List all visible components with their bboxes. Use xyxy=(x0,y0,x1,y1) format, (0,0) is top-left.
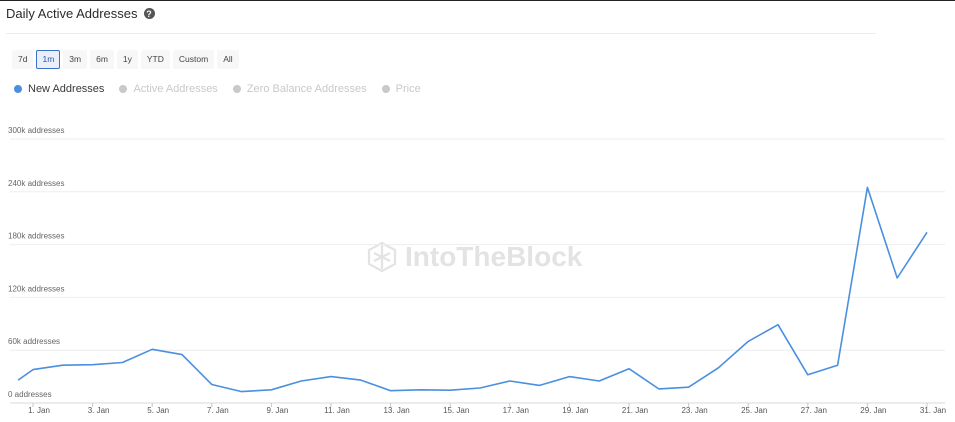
series-line-new-addresses xyxy=(17,186,928,393)
x-tick-label: 5. Jan xyxy=(147,406,169,415)
x-tick-label: 7. Jan xyxy=(207,406,229,415)
y-tick-label: 240k addresses xyxy=(8,179,64,188)
x-tick-label: 11. Jan xyxy=(324,406,350,415)
y-tick-label: 180k addresses xyxy=(8,232,64,241)
x-tick-label: 23. Jan xyxy=(681,406,707,415)
x-tick-label: 9. Jan xyxy=(267,406,289,415)
x-tick-label: 19. Jan xyxy=(562,406,588,415)
x-tick-label: 27. Jan xyxy=(801,406,827,415)
x-tick-label: 17. Jan xyxy=(503,406,529,415)
gridlines xyxy=(10,138,945,404)
x-axis-tick-labels: 1. Jan 3. Jan 5. Jan 7. Jan 9. Jan 11. Jan 13.… xyxy=(28,403,946,415)
line-chart: 0 addresses 60k addresses 120k addresses 18… xyxy=(8,126,946,415)
x-tick-label: 13. Jan xyxy=(383,406,409,415)
y-tick-label: 120k addresses xyxy=(8,284,64,293)
x-tick-label: 25. Jan xyxy=(741,406,767,415)
x-tick-label: 29. Jan xyxy=(860,406,886,415)
y-tick-label: 300k addresses xyxy=(8,126,64,135)
x-tick-label: 21. Jan xyxy=(622,406,648,415)
y-tick-label: 60k addresses xyxy=(8,337,60,346)
x-tick-label: 15. Jan xyxy=(443,406,469,415)
x-tick-label: 3. Jan xyxy=(88,406,110,415)
x-tick-label: 31. Jan xyxy=(920,406,946,415)
y-tick-label: 0 addresses xyxy=(8,390,52,399)
y-axis-tick-labels: 0 addresses 60k addresses 120k addresses 18… xyxy=(8,126,64,399)
series-new-addresses xyxy=(17,186,928,393)
x-tick-label: 1. Jan xyxy=(28,406,50,415)
